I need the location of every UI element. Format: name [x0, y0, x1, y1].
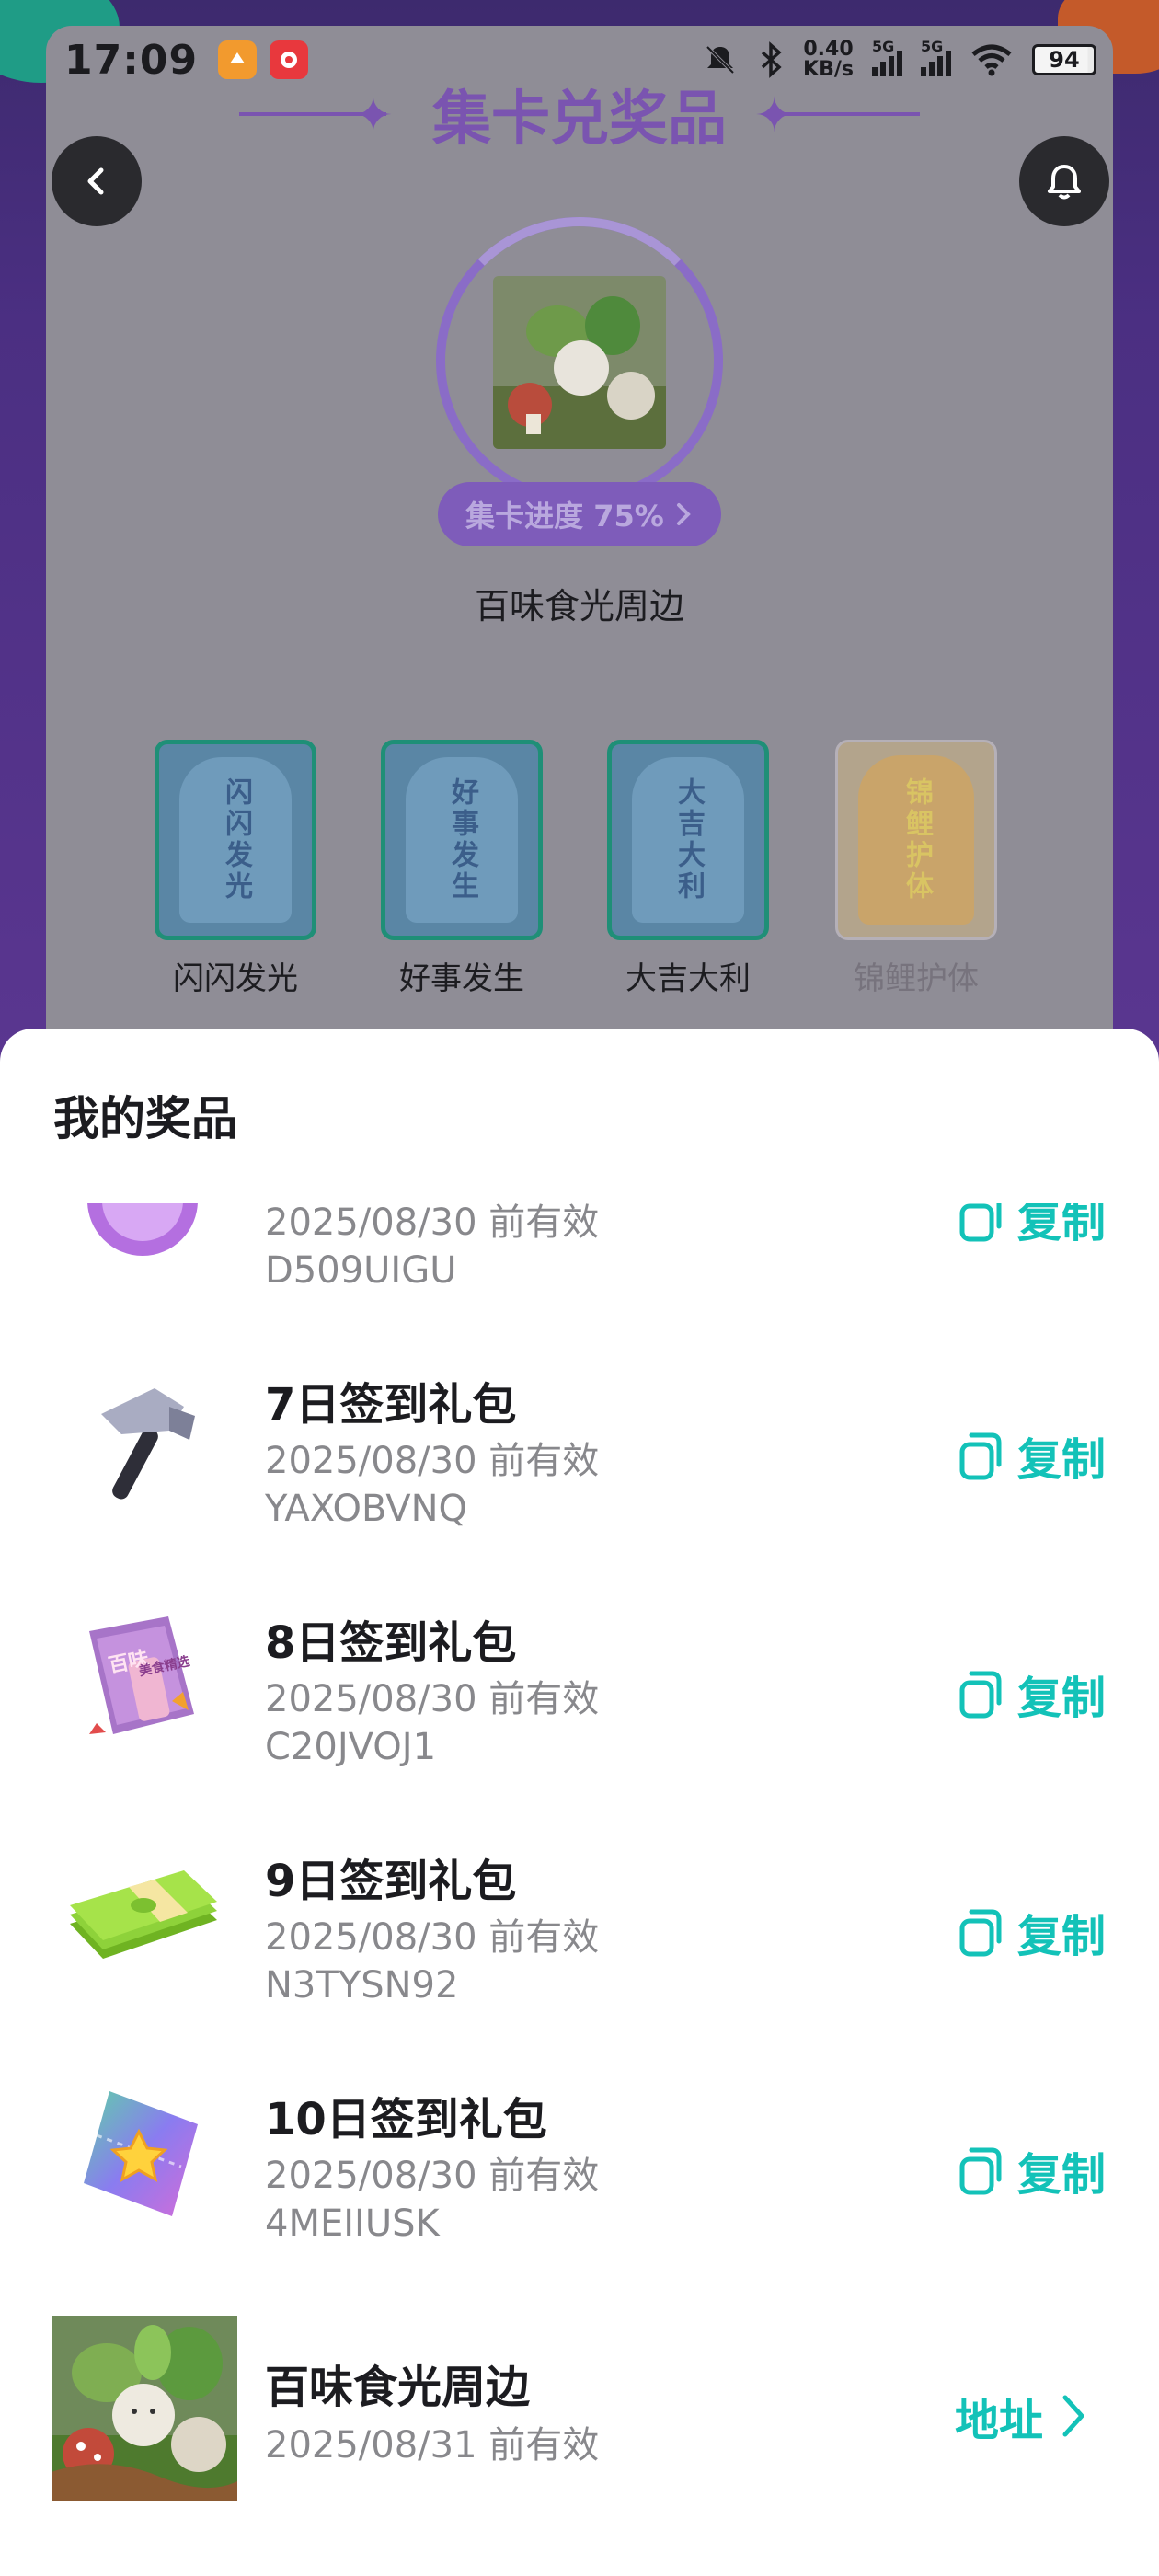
- copy-button[interactable]: 复制: [957, 1900, 1106, 1964]
- card-face: 大吉大利: [632, 757, 744, 923]
- food-figures-thumbnail: [52, 2316, 237, 2501]
- prize-code: 4MEIIUSK: [265, 2202, 440, 2245]
- card-slot[interactable]: 大吉大利: [607, 740, 769, 940]
- prize-title: 7日签到礼包: [265, 1379, 517, 1431]
- copy-icon: [959, 1203, 1002, 1242]
- copy-label: 复制: [1016, 1434, 1106, 1486]
- copy-button[interactable]: 复制: [957, 1203, 1106, 1249]
- copy-label: 复制: [1016, 1203, 1106, 1248]
- prize-item-physical: 百味食光周边 2025/08/31 前有效 地址: [0, 2288, 1159, 2501]
- copy-button[interactable]: 复制: [957, 2138, 1106, 2202]
- prize-item: 百味 美食精选 8日签到礼包 2025/08/30 前有效 C20JVOJ1 复…: [0, 1573, 1159, 1811]
- prize-title: 8日签到礼包: [265, 1617, 517, 1669]
- bell-icon: [1048, 165, 1081, 200]
- card-text: 闪闪发光: [220, 777, 252, 903]
- net-speed-value: 0.40: [803, 38, 854, 61]
- status-time: 17:09: [64, 36, 199, 84]
- card-slot[interactable]: 闪闪发光: [155, 740, 316, 940]
- prize-title: 百味食光周边: [265, 2362, 531, 2413]
- card-text: 锦鲤护体: [901, 777, 933, 903]
- card-slot[interactable]: 好事发生: [381, 740, 543, 940]
- collection-progress-pill[interactable]: 集卡进度 75%: [438, 482, 721, 546]
- cash-stack-icon: [64, 1837, 221, 1994]
- chevron-right-icon: [1062, 2395, 1084, 2437]
- copy-label: 复制: [1016, 2149, 1106, 2201]
- sim1-label: 5G: [872, 38, 895, 55]
- copy-icon: [959, 2147, 1002, 2195]
- prize-validity: 2025/08/30 前有效: [265, 1916, 600, 1959]
- recipe-book-icon: 百味 美食精选: [64, 1599, 221, 1755]
- app-notification-icon: [270, 40, 309, 79]
- back-button[interactable]: [52, 136, 142, 226]
- address-label: 地址: [954, 2395, 1043, 2446]
- prize-validity: 2025/08/31 前有效: [265, 2424, 600, 2467]
- copy-label: 复制: [1016, 1911, 1106, 1962]
- card-face: 好事发生: [406, 757, 518, 923]
- prize-item: 10日签到礼包 2025/08/30 前有效 4MEIIUSK 复制: [0, 2050, 1159, 2288]
- card-label: 闪闪发光: [173, 960, 298, 997]
- card-slot[interactable]: 锦鲤护体: [835, 740, 997, 940]
- chevron-right-icon: [676, 503, 691, 525]
- prize-validity: 2025/08/30 前有效: [265, 1440, 600, 1482]
- card-label: 好事发生: [399, 960, 524, 997]
- notification-button[interactable]: [1019, 136, 1109, 226]
- my-prizes-sheet: 我的奖品 2025/08/30 前有效 D509UIGU 复制 7日签到礼包 2…: [0, 1029, 1159, 2576]
- prize-list-viewport[interactable]: 2025/08/30 前有效 D509UIGU 复制 7日签到礼包 2025/0…: [0, 1203, 1159, 2576]
- copy-label: 复制: [1016, 1673, 1106, 1724]
- star-ticket-icon: [64, 2076, 221, 2232]
- status-app-icons: [218, 40, 309, 79]
- sim2-label: 5G: [921, 38, 944, 55]
- status-indicators: 0.40 KB/s 5G 5G 94: [702, 38, 1096, 80]
- address-button[interactable]: 地址: [955, 2384, 1087, 2448]
- prize-validity: 2025/08/30 前有效: [265, 1678, 600, 1720]
- prize-item: 9日签到礼包 2025/08/30 前有效 N3TYSN92 复制: [0, 1811, 1159, 2050]
- prize-title: 10日签到礼包: [265, 2094, 547, 2145]
- hammer-icon: [64, 1361, 221, 1517]
- prize-code: D509UIGU: [265, 1249, 457, 1292]
- card-text: 大吉大利: [672, 777, 705, 903]
- sheet-title: 我的奖品: [53, 1092, 237, 1145]
- chevron-left-icon: [87, 167, 104, 195]
- prize-image: [493, 276, 666, 449]
- card-label: 锦鲤护体: [854, 960, 979, 997]
- prize-code: N3TYSN92: [265, 1964, 459, 2007]
- prize-list: 2025/08/30 前有效 D509UIGU 复制 7日签到礼包 2025/0…: [0, 1203, 1159, 2501]
- bluetooth-icon: [761, 41, 782, 78]
- copy-icon: [959, 1432, 1002, 1480]
- wifi-icon: [971, 44, 1012, 76]
- target-prize-name: 百味食光周边: [474, 586, 684, 627]
- signal-sim2-icon: 5G: [921, 38, 951, 76]
- battery-level: 94: [1049, 47, 1080, 73]
- card-label: 大吉大利: [625, 960, 751, 997]
- battery-icon: 94: [1032, 44, 1096, 75]
- prize-item: 2025/08/30 前有效 D509UIGU 复制: [0, 1203, 1159, 1335]
- status-bar: 17:09 0.40 KB/s 5G 5G 94: [0, 0, 1159, 120]
- prize-code: C20JVOJ1: [265, 1726, 437, 1768]
- network-speed: 0.40 KB/s: [803, 40, 854, 80]
- copy-icon: [959, 1909, 1002, 1957]
- card-text: 好事发生: [446, 777, 478, 903]
- prize-validity: 2025/08/30 前有效: [265, 1203, 600, 1244]
- card-face: 锦鲤护体: [858, 755, 974, 925]
- card-face: 闪闪发光: [179, 757, 292, 923]
- prize-validity: 2025/08/30 前有效: [265, 2155, 600, 2197]
- signal-sim1-icon: 5G: [872, 38, 902, 76]
- copy-button[interactable]: 复制: [957, 1662, 1106, 1726]
- net-speed-unit: KB/s: [803, 58, 854, 81]
- prize-item: 7日签到礼包 2025/08/30 前有效 YAXOBVNQ 复制: [0, 1335, 1159, 1573]
- badge-icon: [64, 1203, 221, 1279]
- mute-bell-icon: [706, 45, 735, 75]
- prize-title: 9日签到礼包: [265, 1856, 517, 1907]
- app-notification-icon: [218, 40, 258, 79]
- prize-code: YAXOBVNQ: [265, 1488, 467, 1530]
- progress-label: 集卡进度 75%: [465, 499, 664, 534]
- copy-icon: [959, 1671, 1002, 1719]
- copy-button[interactable]: 复制: [957, 1423, 1106, 1488]
